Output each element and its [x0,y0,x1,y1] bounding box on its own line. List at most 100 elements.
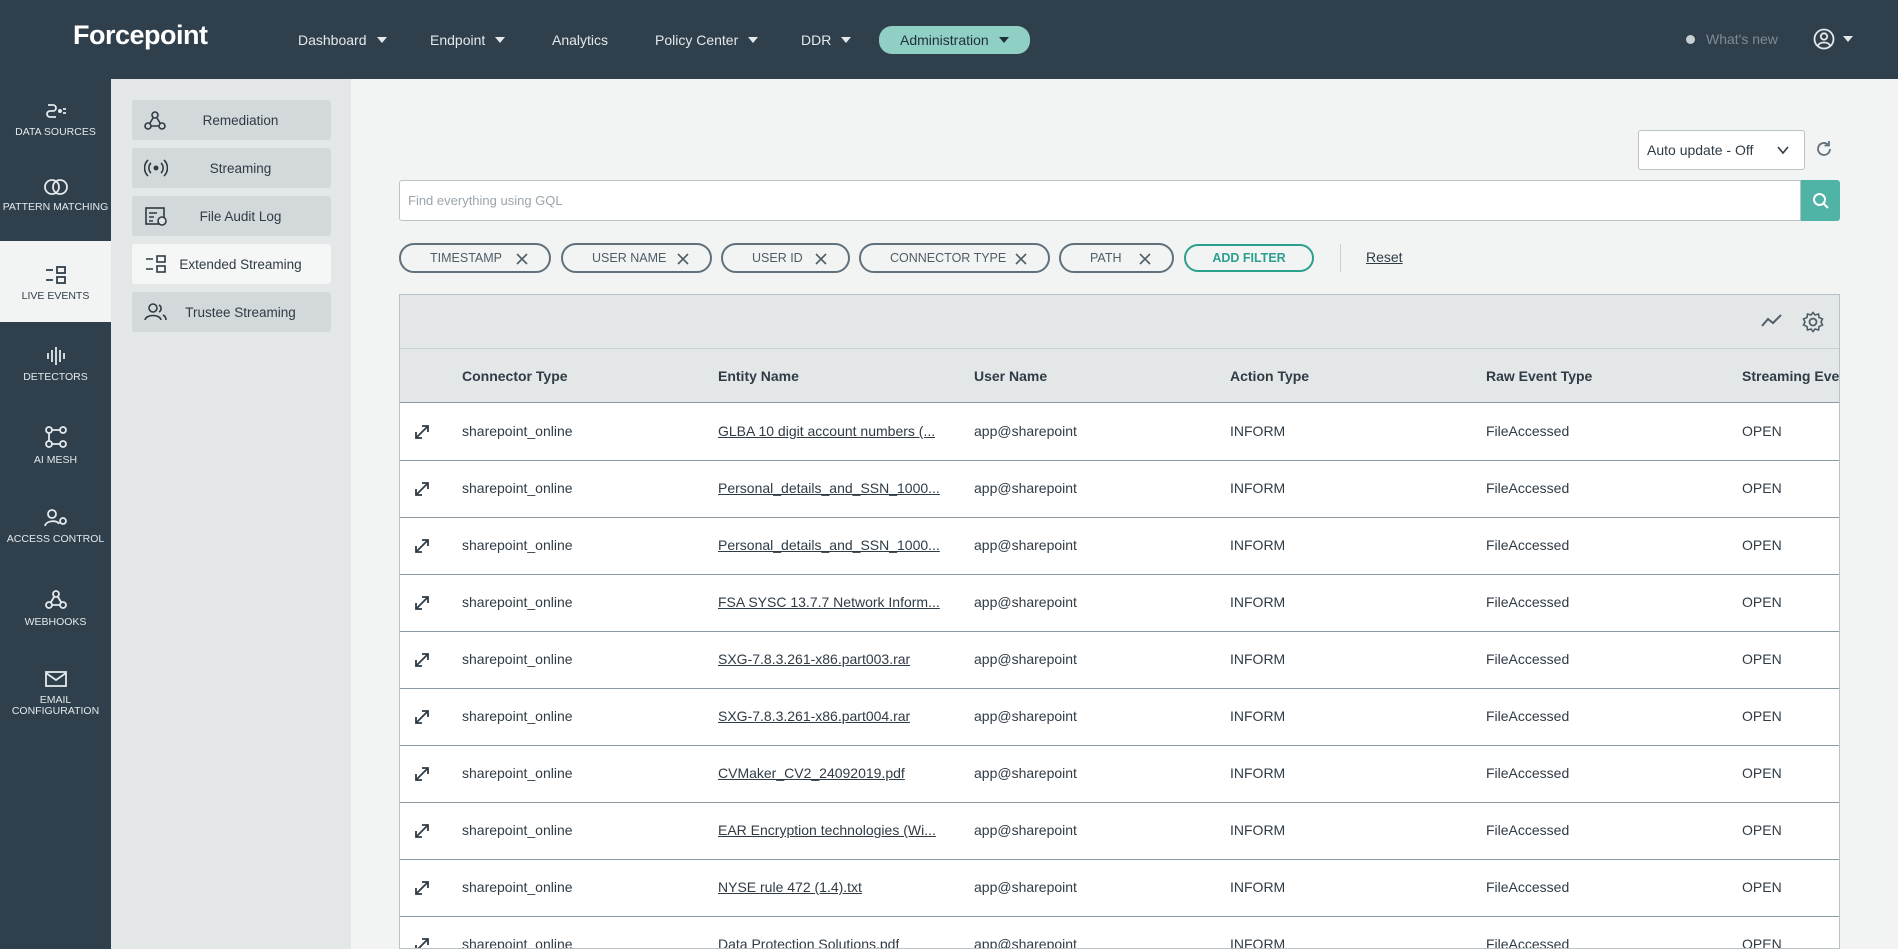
table-row[interactable]: sharepoint_online FSA SYSC 13.7.7 Network… [400,575,1839,632]
rail-item-label: DETECTORS [23,371,88,383]
live-events-submenu: Remediation Streaming File Audit Log Ext… [111,79,351,949]
close-icon[interactable] [676,252,690,266]
cell-entity-name[interactable]: FSA SYSC 13.7.7 Network Inform... [718,594,940,610]
cell-user-name: app@sharepoint [974,822,1077,838]
cell-streaming-event: OPEN [1742,936,1782,949]
cell-user-name: app@sharepoint [974,423,1077,439]
trend-chart-icon[interactable] [1760,311,1784,331]
submenu-remediation[interactable]: Remediation [132,100,331,140]
rail-item-label: ACCESS CONTROL [6,533,105,545]
search-button[interactable] [1801,180,1840,221]
nav-ddr[interactable]: DDR [801,26,852,54]
notification-dot-icon [1686,34,1695,44]
cell-action-type: INFORM [1230,594,1286,610]
cell-raw-event-type: FileAccessed [1486,936,1570,949]
expand-icon[interactable] [412,650,432,670]
cell-connector-type: sharepoint_online [462,879,573,895]
submenu-streaming[interactable]: Streaming [132,148,331,188]
caret-down-icon [748,37,759,43]
nav-endpoint[interactable]: Endpoint [430,26,506,54]
column-header-streaming-event[interactable]: Streaming Ever [1742,368,1839,384]
expand-icon[interactable] [412,821,432,841]
cell-entity-name[interactable]: Personal_details_and_SSN_1000... [718,537,940,553]
expand-icon[interactable] [412,536,432,556]
rail-item-webhooks[interactable]: WEBHOOKS [0,589,111,628]
close-icon[interactable] [814,252,828,266]
table-row[interactable]: sharepoint_online SXG-7.8.3.261-x86.part0… [400,632,1839,689]
cell-streaming-event: OPEN [1742,708,1782,724]
filter-chip-label: CONNECTOR TYPE [890,251,1007,265]
gql-search-input[interactable] [399,180,1801,221]
pattern-matching-icon [43,179,68,195]
rail-item-ai-mesh[interactable]: AI MESH [0,425,111,466]
close-icon[interactable] [1138,252,1152,266]
cell-entity-name[interactable]: CVMaker_CV2_24092019.pdf [718,765,905,781]
submenu-extended-streaming[interactable]: Extended Streaming [132,244,331,284]
nav-policy-center[interactable]: Policy Center [655,26,759,54]
close-icon[interactable] [1014,252,1028,266]
nav-dashboard[interactable]: Dashboard [298,26,387,54]
expand-icon[interactable] [412,707,432,727]
table-row[interactable]: sharepoint_online CVMaker_CV2_24092019.pd… [400,746,1839,803]
filter-chip-timestamp[interactable]: TIMESTAMP [399,243,551,273]
nav-administration[interactable]: Administration [879,26,1030,54]
gear-icon[interactable] [1802,311,1824,333]
caret-down-icon [1843,36,1853,42]
top-navigation-bar: Forcepoint Dashboard Endpoint Analytics … [0,0,1898,79]
user-menu[interactable] [1813,28,1853,50]
access-control-icon [43,509,67,527]
expand-icon[interactable] [412,878,432,898]
rail-item-pattern-matching[interactable]: PATTERN MATCHING [0,178,111,213]
filter-chip-connector-type[interactable]: CONNECTOR TYPE [859,243,1050,273]
expand-icon[interactable] [412,593,432,613]
cell-entity-name[interactable]: GLBA 10 digit account numbers (... [718,423,935,439]
cell-entity-name[interactable]: NYSE rule 472 (1.4).txt [718,879,862,895]
column-header-connector-type[interactable]: Connector Type [462,368,568,384]
forcepoint-logo[interactable]: Forcepoint [73,20,208,51]
filter-chip-user-id[interactable]: USER ID [721,243,850,273]
close-icon[interactable] [515,252,529,266]
expand-icon[interactable] [412,422,432,442]
rail-item-data-sources[interactable]: DATA SOURCES [0,101,111,138]
column-header-action-type[interactable]: Action Type [1230,368,1309,384]
nav-analytics[interactable]: Analytics [552,26,608,54]
whats-new-link[interactable]: What's new [1686,31,1778,47]
expand-icon[interactable] [412,479,432,499]
add-filter-button[interactable]: ADD FILTER [1184,244,1314,272]
rail-item-access-control[interactable]: ACCESS CONTROL [0,508,111,545]
table-row[interactable]: sharepoint_online SXG-7.8.3.261-x86.part0… [400,689,1839,746]
expand-icon[interactable] [412,935,432,949]
filter-chip-user-name[interactable]: USER NAME [561,243,712,273]
cell-entity-name[interactable]: Personal_details_and_SSN_1000... [718,480,940,496]
cell-entity-name[interactable]: SXG-7.8.3.261-x86.part003.rar [718,651,910,667]
table-row[interactable]: sharepoint_online EAR Encryption technolo… [400,803,1839,860]
column-header-raw-event-type[interactable]: Raw Event Type [1486,368,1592,384]
table-row[interactable]: sharepoint_online Personal_details_and_SS… [400,461,1839,518]
auto-update-value: Auto update - Off [1647,142,1754,158]
cell-entity-name[interactable]: EAR Encryption technologies (Wi... [718,822,936,838]
cell-action-type: INFORM [1230,480,1286,496]
column-header-entity-name[interactable]: Entity Name [718,368,799,384]
cell-action-type: INFORM [1230,708,1286,724]
rail-item-live-events[interactable]: LIVE EVENTS [0,241,111,322]
refresh-icon[interactable] [1814,139,1834,159]
rail-item-detectors[interactable]: DETECTORS [0,346,111,383]
table-row[interactable]: sharepoint_online NYSE rule 472 (1.4).txt… [400,860,1839,917]
table-row[interactable]: sharepoint_online Data Protection Solutio… [400,917,1839,949]
submenu-trustee-streaming[interactable]: Trustee Streaming [132,292,331,332]
rail-item-label: WEBHOOKS [24,616,87,628]
cell-raw-event-type: FileAccessed [1486,537,1570,553]
expand-icon[interactable] [412,764,432,784]
column-header-user-name[interactable]: User Name [974,368,1047,384]
reset-link[interactable]: Reset [1366,249,1403,265]
table-row[interactable]: sharepoint_online Personal_details_and_SS… [400,518,1839,575]
filter-chip-path[interactable]: PATH [1059,243,1174,273]
table-row[interactable]: sharepoint_online GLBA 10 digit account n… [400,404,1839,461]
cell-entity-name[interactable]: Data Protection Solutions.pdf [718,936,899,948]
submenu-file-audit-log[interactable]: File Audit Log [132,196,331,236]
nav-dashboard-label: Dashboard [298,32,367,48]
rail-item-email-configuration[interactable]: EMAIL CONFIGURATION [0,669,111,717]
rail-item-label: EMAIL CONFIGURATION [11,694,100,717]
cell-entity-name[interactable]: SXG-7.8.3.261-x86.part004.rar [718,708,910,724]
auto-update-select[interactable]: Auto update - Off [1638,130,1805,170]
